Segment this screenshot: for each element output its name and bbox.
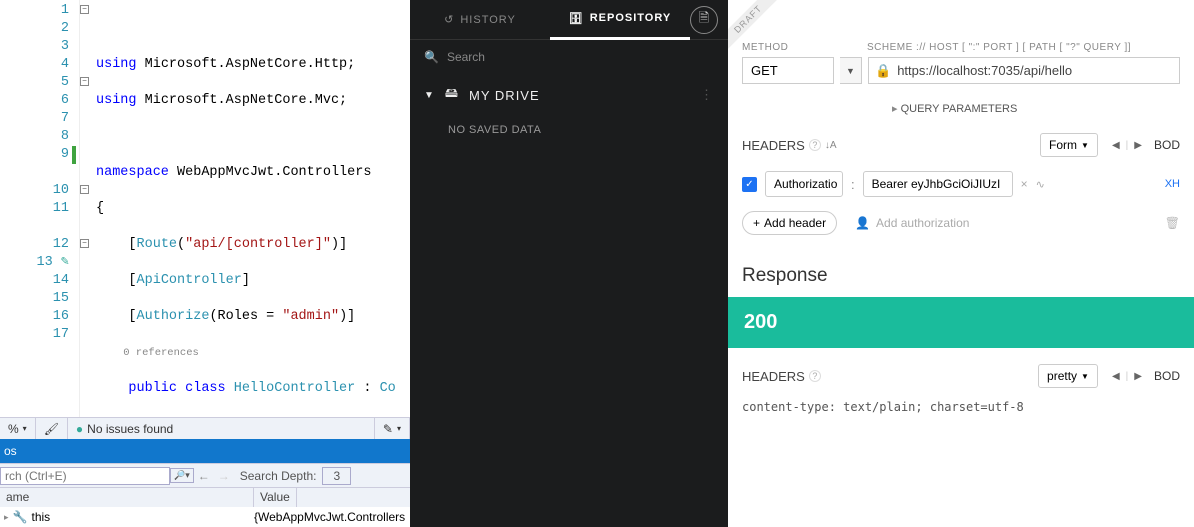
- zoom-pct[interactable]: % ▾: [0, 418, 36, 439]
- nav-left-icon[interactable]: ◀: [1112, 140, 1120, 151]
- tab-repository[interactable]: 🗄 REPOSITORY: [550, 0, 690, 40]
- brush-icon[interactable]: 🖌: [36, 418, 68, 439]
- scheme-label: SCHEME :// HOST [ ":" PORT ] [ PATH [ "?…: [867, 42, 1131, 53]
- draft-ribbon: DRAFT: [728, 0, 796, 68]
- search-depth-label: Search Depth:: [234, 469, 323, 483]
- link-icon[interactable]: ∿: [1036, 178, 1045, 191]
- response-title: Response: [742, 265, 1180, 297]
- help-icon[interactable]: ?: [809, 139, 821, 151]
- col-value: Value: [254, 488, 297, 507]
- database-icon: 🗄: [569, 12, 584, 25]
- headers-title: HEADERS ? ↓A: [742, 138, 837, 153]
- header-value-input[interactable]: Bearer eyJhbGciOiJIUzI: [863, 171, 1013, 197]
- line-gutter: 1234 5678 91011 1213 ✎ 14151617: [0, 0, 80, 417]
- query-parameters-toggle[interactable]: QUERY PARAMETERS: [892, 102, 1180, 115]
- nav-left-icon[interactable]: ◀: [1112, 371, 1120, 382]
- content-type-header: content-type: text/plain; charset=utf-8: [742, 400, 1180, 414]
- trash-icon[interactable]: 🗑: [1165, 216, 1180, 230]
- header-checkbox[interactable]: ✓: [742, 177, 757, 192]
- add-header-button[interactable]: +Add header: [742, 211, 837, 235]
- document-icon: 🗎: [699, 9, 709, 31]
- history-icon: ↺: [444, 13, 454, 26]
- drive-icon: 🖴: [445, 84, 459, 106]
- locals-row-this[interactable]: ▸ 🔧 this {WebAppMvcJwt.Controllers: [0, 507, 410, 527]
- body-tab[interactable]: BOD: [1154, 369, 1180, 383]
- header-row: ✓ Authorizatio : Bearer eyJhbGciOiJIUzI …: [742, 171, 1180, 197]
- lint-icon[interactable]: ✎ ▾: [375, 418, 410, 439]
- search-input[interactable]: [0, 467, 170, 485]
- add-authorization-button[interactable]: 👤Add authorization: [855, 216, 969, 230]
- tab-history[interactable]: ↺ HISTORY: [410, 1, 550, 38]
- header-name-input[interactable]: Authorizatio: [765, 171, 843, 197]
- nav-right-icon[interactable]: ▶: [1134, 140, 1142, 151]
- chevron-down-icon: ▼: [424, 90, 435, 101]
- xhr-label: XH: [1165, 178, 1180, 190]
- method-dropdown-icon[interactable]: ▼: [840, 57, 862, 84]
- response-status: 200: [728, 297, 1194, 348]
- lock-icon: 🔒: [875, 63, 891, 79]
- more-icon[interactable]: ⋮: [700, 87, 714, 103]
- locals-header: ame Value: [0, 487, 410, 507]
- repository-panel: ↺ HISTORY 🗄 REPOSITORY 🗎 🔍 Search ▼ 🖴 MY…: [410, 0, 728, 527]
- nav-back-icon[interactable]: ←: [194, 469, 214, 483]
- search-depth-value[interactable]: 3: [322, 467, 351, 485]
- headers-view-select[interactable]: Form ▼: [1040, 133, 1098, 157]
- ide-blue-tab[interactable]: os: [0, 439, 410, 463]
- code-body[interactable]: using Microsoft.AspNetCore.Http; using M…: [96, 0, 396, 417]
- search-dropdown-icon[interactable]: 🔎▾: [170, 468, 194, 483]
- expand-icon[interactable]: ▸: [4, 512, 9, 523]
- url-input[interactable]: 🔒 https://localhost:7035/api/hello: [868, 57, 1180, 84]
- wrench-icon: 🔧: [13, 510, 28, 524]
- code-editor[interactable]: 1234 5678 91011 1213 ✎ 14151617 − − − − …: [0, 0, 410, 417]
- body-tab[interactable]: BOD: [1154, 138, 1180, 152]
- pretty-select[interactable]: pretty ▼: [1038, 364, 1098, 388]
- new-doc-button[interactable]: 🗎: [690, 6, 718, 34]
- col-name: ame: [0, 488, 254, 507]
- ide-status-bar: % ▾ 🖌 ● No issues found ✎ ▾: [0, 417, 410, 439]
- my-drive-header[interactable]: ▼ 🖴 MY DRIVE ⋮: [410, 74, 728, 116]
- nav-right-icon[interactable]: ▶: [1134, 371, 1142, 382]
- help-icon[interactable]: ?: [809, 370, 821, 382]
- clear-icon[interactable]: ×: [1021, 177, 1028, 191]
- nav-fwd-icon[interactable]: →: [214, 469, 234, 483]
- issues-status: ● No issues found: [68, 418, 375, 439]
- response-headers-title: HEADERS ?: [742, 369, 821, 384]
- api-client-panel: DRAFT METHOD SCHEME :// HOST [ ":" PORT …: [728, 0, 1194, 527]
- ide-panel: 1234 5678 91011 1213 ✎ 14151617 − − − − …: [0, 0, 410, 527]
- sort-icon[interactable]: ↓A: [825, 140, 837, 151]
- repo-search[interactable]: 🔍 Search: [410, 40, 728, 74]
- person-icon: 👤: [855, 216, 870, 230]
- ide-search-bar: 🔎▾ ← → Search Depth: 3: [0, 463, 410, 487]
- search-icon: 🔍: [424, 50, 439, 64]
- plus-icon: +: [753, 216, 760, 230]
- fold-column: − − − −: [80, 0, 96, 417]
- no-saved-data: NO SAVED DATA: [410, 116, 728, 144]
